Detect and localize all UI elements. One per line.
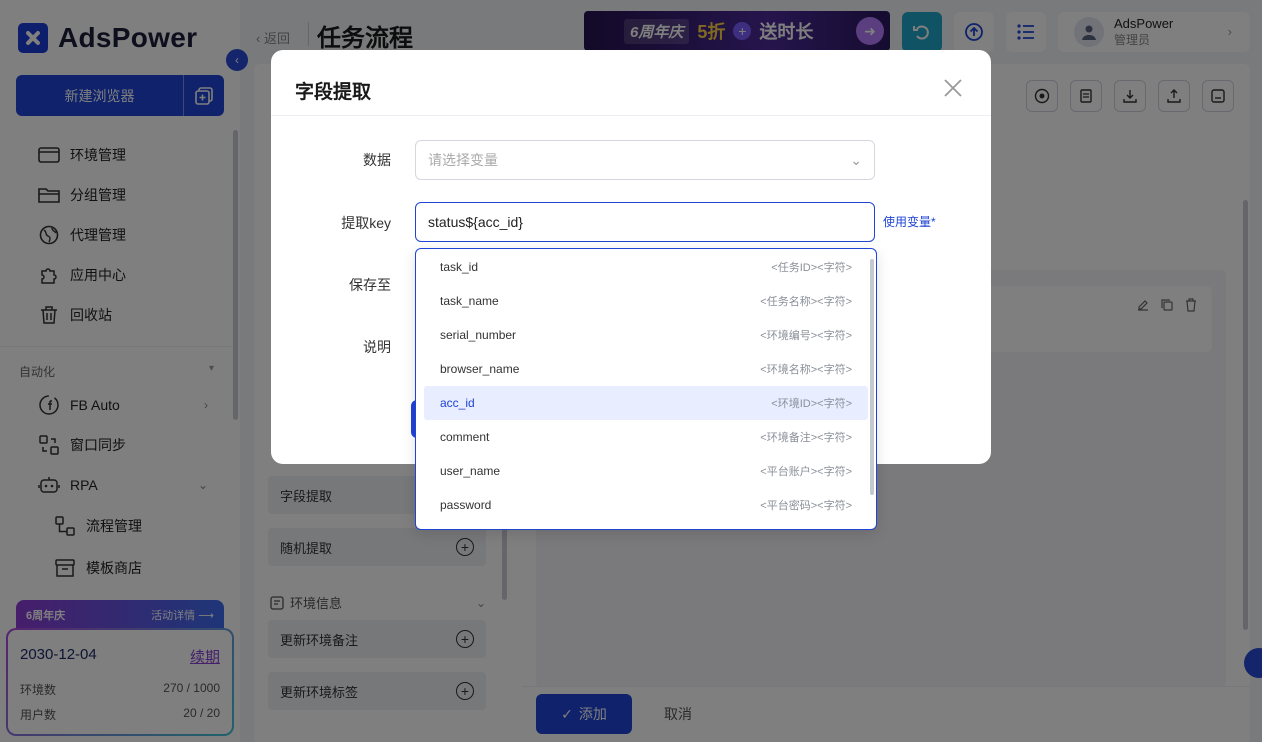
option-key: password — [440, 498, 492, 512]
use-variable-label: 使用变量 — [883, 215, 932, 229]
dropdown-option-acc-id[interactable]: acc_id <环境ID><字符> — [424, 386, 868, 420]
option-key: user_name — [440, 464, 501, 478]
close-button[interactable] — [943, 78, 963, 98]
variable-dropdown: task_id <任务ID><字符> task_name <任务名称><字符> … — [415, 248, 877, 530]
option-key: browser_name — [440, 362, 520, 376]
option-desc: <任务名称><字符> — [760, 296, 852, 308]
option-desc: <环境备注><字符> — [760, 432, 852, 444]
option-desc: <环境名称><字符> — [760, 364, 852, 376]
description-label: 说明 — [363, 339, 391, 355]
chevron-down-icon: ⌄ — [850, 151, 862, 168]
extract-key-value: status${acc_id} — [428, 214, 523, 230]
option-desc: <环境编号><字符> — [760, 330, 852, 342]
dropdown-option-task-id[interactable]: task_id <任务ID><字符> — [424, 250, 868, 284]
dropdown-option-serial-number[interactable]: serial_number <环境编号><字符> — [424, 318, 868, 352]
extract-key-input[interactable]: status${acc_id} — [415, 202, 875, 242]
option-key: comment — [440, 430, 490, 444]
data-select-placeholder: 请选择变量 — [428, 152, 498, 168]
extract-key-label: 提取key — [341, 215, 391, 231]
option-desc: <环境ID><字符> — [771, 398, 852, 410]
data-label: 数据 — [363, 152, 391, 168]
option-desc: <平台密码><字符> — [760, 500, 852, 512]
option-key: serial_number — [440, 328, 517, 342]
modal-title: 字段提取 — [295, 82, 372, 103]
dropdown-option-user-name[interactable]: user_name <平台账户><字符> — [424, 454, 868, 488]
required-mark: * — [931, 215, 936, 229]
option-key: acc_id — [440, 396, 475, 410]
dropdown-option-comment[interactable]: comment <环境备注><字符> — [424, 420, 868, 454]
option-key: task_name — [440, 294, 499, 308]
data-variable-select[interactable]: 请选择变量 ⌄ — [415, 140, 875, 180]
option-key: task_id — [440, 260, 479, 274]
modal-divider — [271, 115, 991, 116]
dropdown-option-password[interactable]: password <平台密码><字符> — [424, 488, 868, 522]
use-variable-link[interactable]: 使用变量* — [883, 213, 936, 230]
option-desc: <任务ID><字符> — [771, 262, 852, 274]
dropdown-option-task-name[interactable]: task_name <任务名称><字符> — [424, 284, 868, 318]
option-desc: <平台账户><字符> — [760, 466, 852, 478]
dropdown-scrollbar[interactable] — [870, 259, 874, 495]
dropdown-option-browser-name[interactable]: browser_name <环境名称><字符> — [424, 352, 868, 386]
save-to-label: 保存至 — [349, 277, 391, 293]
close-icon — [944, 79, 962, 97]
